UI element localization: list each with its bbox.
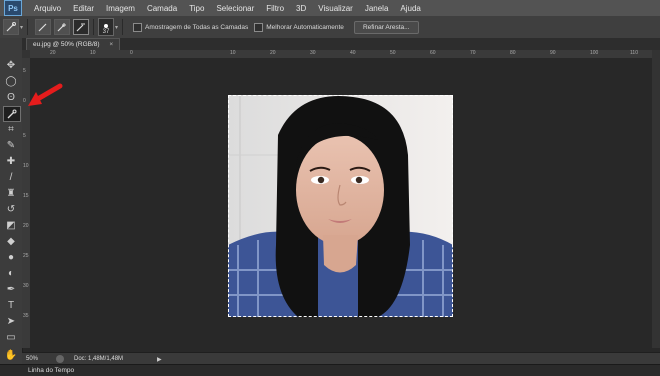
ruler-tick-label: 20: [270, 50, 276, 56]
menu-ajuda[interactable]: Ajuda: [394, 4, 426, 13]
ruler-tick-label: 10: [90, 50, 96, 56]
brush-add-icon: [57, 23, 67, 32]
brush-size-picker[interactable]: 37: [98, 18, 115, 36]
sample-all-layers-checkbox[interactable]: [133, 22, 143, 32]
new-selection-button[interactable]: [35, 19, 52, 35]
menu-imagem[interactable]: Imagem: [100, 4, 141, 13]
blur-icon[interactable]: ●: [3, 250, 19, 264]
subtract-from-selection-button[interactable]: [73, 19, 90, 35]
ruler-tick-label: 10: [230, 50, 236, 56]
ruler-tick-label: 60: [430, 50, 436, 56]
chevron-down-icon[interactable]: ▾: [20, 24, 23, 31]
auto-enhance-checkbox[interactable]: [254, 22, 264, 32]
options-bar: ▾ 37 ▾ Amostragem de Todas as Camadas Me…: [0, 16, 660, 39]
eraser-icon[interactable]: ◩: [3, 218, 19, 232]
history-brush-icon[interactable]: ↺: [3, 202, 19, 216]
status-info-icon[interactable]: [56, 355, 64, 363]
ruler-tick-label: 30: [23, 283, 29, 289]
ruler-tick-label: 10: [23, 163, 29, 169]
photoshop-logo-icon: Ps: [4, 0, 22, 16]
ruler-tick-label: 0: [130, 50, 133, 56]
brush-size-value: 37: [102, 29, 110, 35]
timeline-panel[interactable]: Linha do Tempo: [0, 364, 660, 376]
menu-janela[interactable]: Janela: [359, 4, 395, 13]
ruler-corner: [22, 50, 30, 58]
sample-all-layers-label: Amostragem de Todas as Camadas: [145, 23, 249, 31]
menu-filtro[interactable]: Filtro: [260, 4, 290, 13]
quick-selection-icon: [6, 22, 16, 32]
document-tab-bar: eu.jpg @ 50% (RGB/8) ×: [22, 38, 660, 51]
ruler-tick-label: 20: [50, 50, 56, 56]
dodge-icon[interactable]: ◐: [3, 266, 19, 280]
ruler-tick-label: 70: [470, 50, 476, 56]
divider: [93, 19, 95, 35]
zoom-level[interactable]: 50%: [22, 356, 56, 362]
menu-camada[interactable]: Camada: [141, 4, 183, 13]
quick-selection-icon[interactable]: [3, 106, 21, 122]
ruler-tick-label: 90: [550, 50, 556, 56]
auto-enhance-label: Melhorar Automaticamente: [266, 23, 344, 31]
ruler-tick-label: 25: [23, 253, 29, 259]
eyedropper-icon[interactable]: ✎: [3, 138, 19, 152]
ruler-tick-label: 15: [23, 193, 29, 199]
brush-icon[interactable]: /: [3, 170, 19, 184]
ruler-tick-label: 50: [390, 50, 396, 56]
paint-bucket-icon[interactable]: ◆: [3, 234, 19, 248]
move-icon[interactable]: ✥: [3, 58, 19, 72]
red-arrow-icon: [28, 83, 63, 106]
vertical-scrollbar[interactable]: [652, 50, 660, 348]
ruler-tick-label: 40: [350, 50, 356, 56]
tool-preset-picker[interactable]: [3, 19, 19, 35]
divider: [122, 19, 124, 35]
menu-3d[interactable]: 3D: [290, 4, 312, 13]
menu-tipo[interactable]: Tipo: [183, 4, 210, 13]
crop-icon[interactable]: ⌗: [3, 122, 19, 136]
doc-size: Doc: 1,48M/1,48M: [74, 356, 124, 362]
refine-edge-button[interactable]: Refinar Aresta...: [353, 20, 419, 34]
menu-bar: Ps Arquivo Editar Imagem Camada Tipo Sel…: [0, 0, 660, 16]
chevron-down-icon[interactable]: ▾: [115, 24, 118, 31]
ruler-tick-label: 80: [510, 50, 516, 56]
status-menu-arrow-icon[interactable]: ▶: [157, 356, 162, 363]
brush-subtract-icon: [76, 23, 86, 32]
ruler-tick-label: 35: [23, 313, 29, 319]
tools-panel: ✥ ◯ ʘ ⌗ ✎ ✚ / ♜ ↺ ◩ ◆ ● ◐ ✒ T ➤ ▭ ✋: [0, 38, 23, 366]
healing-brush-icon[interactable]: ✚: [3, 154, 19, 168]
ellipse-marquee-icon[interactable]: ◯: [3, 74, 19, 88]
lasso-icon[interactable]: ʘ: [3, 90, 19, 104]
rectangle-shape-icon[interactable]: ▭: [3, 330, 19, 344]
path-selection-icon[interactable]: ➤: [3, 314, 19, 328]
document-tab-title: eu.jpg @ 50% (RGB/8): [33, 41, 100, 48]
menu-selecionar[interactable]: Selecionar: [210, 4, 260, 13]
selection-marquee: [228, 95, 453, 317]
ruler-tick-label: 20: [23, 223, 29, 229]
hand-icon[interactable]: ✋: [3, 348, 19, 362]
ruler-tick-label: 110: [630, 50, 638, 56]
pen-icon[interactable]: ✒: [3, 282, 19, 296]
add-to-selection-button[interactable]: [54, 19, 71, 35]
close-icon[interactable]: ×: [109, 41, 113, 48]
brush-new-icon: [38, 23, 47, 32]
quick-selection-glyph: [7, 109, 17, 119]
divider: [27, 19, 29, 35]
ruler-tick-label: 5: [23, 68, 26, 74]
menu-visualizar[interactable]: Visualizar: [312, 4, 359, 13]
timeline-label: Linha do Tempo: [28, 367, 75, 374]
ruler-tick-label: 5: [23, 133, 26, 139]
brush-dot-icon: [104, 24, 109, 28]
menu-editar[interactable]: Editar: [67, 4, 100, 13]
ruler-tick-label: 30: [310, 50, 316, 56]
type-icon[interactable]: T: [3, 298, 19, 312]
clone-stamp-icon[interactable]: ♜: [3, 186, 19, 200]
menu-arquivo[interactable]: Arquivo: [28, 4, 67, 13]
ruler-tick-label: 100: [590, 50, 599, 56]
